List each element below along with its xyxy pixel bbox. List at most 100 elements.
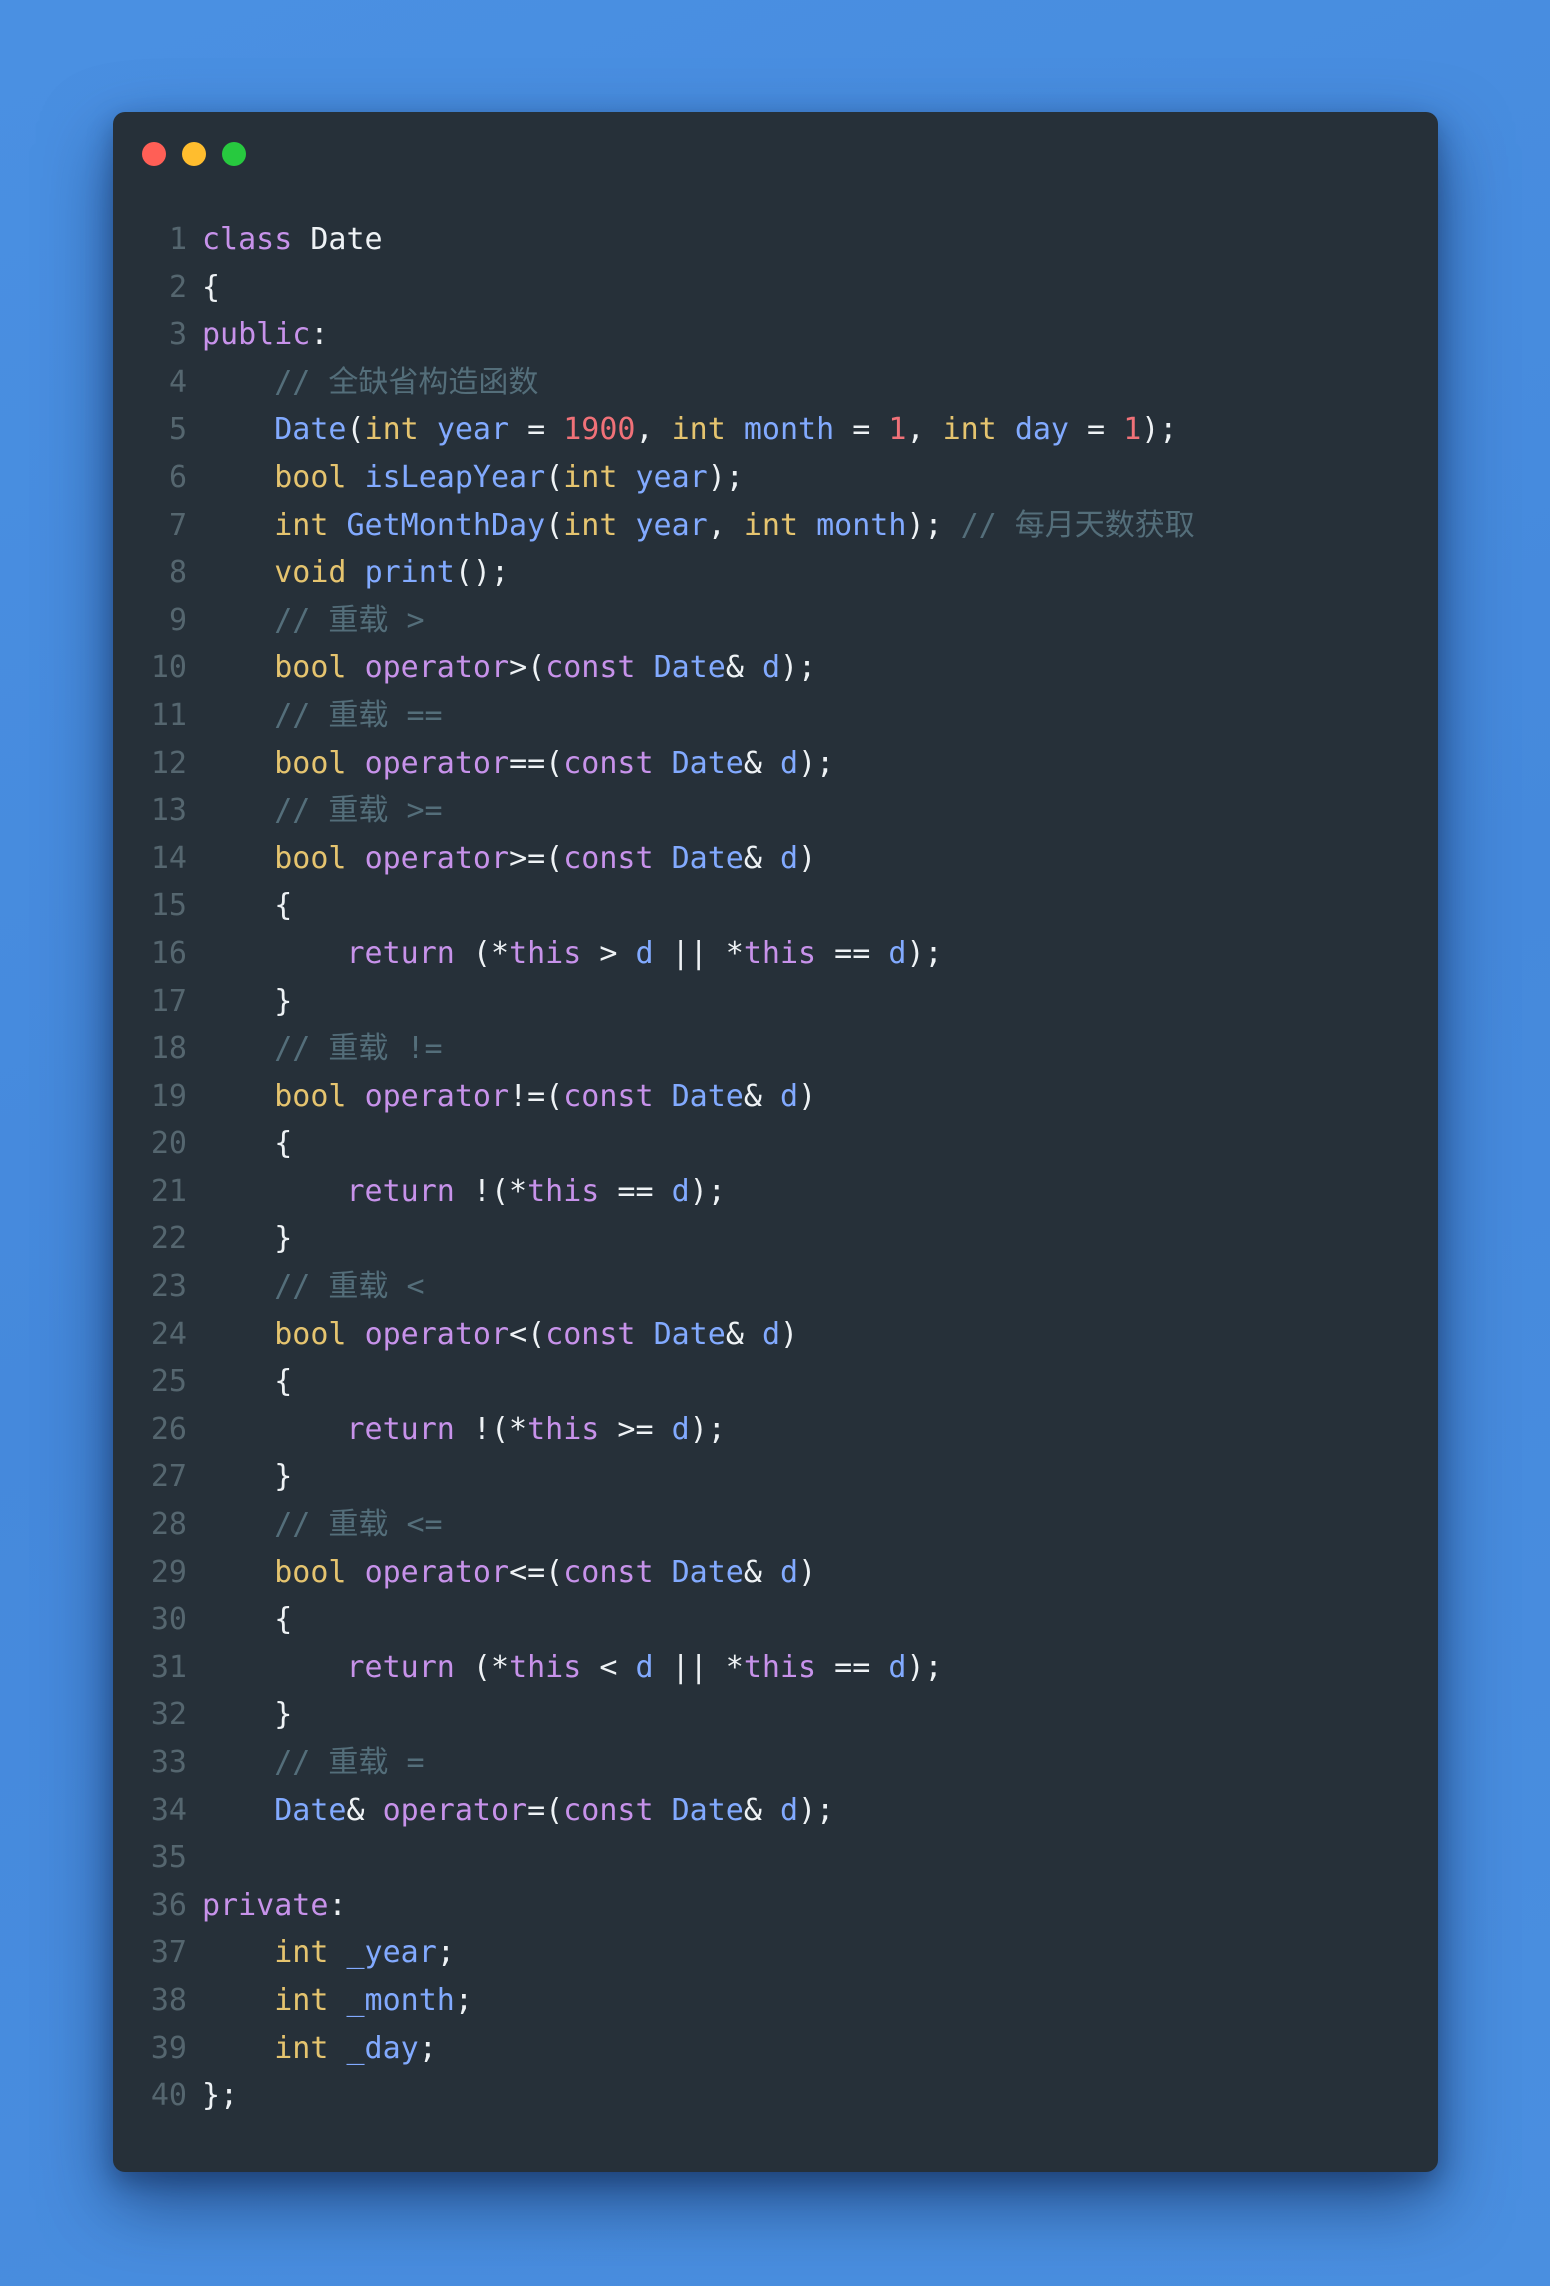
code-line: 38 int _month; (113, 1977, 1438, 2025)
code-token-var: d (761, 1316, 780, 1352)
code-token-p (202, 1745, 274, 1780)
code-token-p: ); (906, 935, 943, 971)
line-number: 20 (150, 1126, 187, 1162)
code-line: 12 bool operator==(const Date& d); (113, 740, 1438, 788)
code-token-var: d (780, 840, 799, 876)
code-line: 28 // 重载 <= (113, 1501, 1438, 1549)
code-line: 33 // 重载 = (113, 1739, 1438, 1787)
line-source: } (202, 978, 292, 1026)
line-source: // 重载 = (202, 1739, 424, 1787)
code-line: 32 } (113, 1691, 1438, 1739)
code-token-p: { (202, 1602, 293, 1638)
code-token-p (202, 1412, 347, 1447)
code-line: 18 // 重载 != (113, 1025, 1438, 1073)
code-token-var: d (635, 935, 654, 971)
line-number: 30 (150, 1602, 187, 1638)
code-token-cm: // 重载 <= (274, 1507, 443, 1543)
line-source: // 重载 >= (202, 787, 442, 835)
code-token-cm: // 重载 != (274, 1031, 443, 1067)
line-source: int _month; (202, 1977, 473, 2025)
code-line: 19 bool operator!=(const Date& d) (113, 1073, 1438, 1121)
code-line: 25 { (113, 1358, 1438, 1406)
code-line: 16 return (*this > d || *this == d); (113, 930, 1438, 978)
code-token-p: ( (545, 507, 564, 543)
line-source: // 重载 != (202, 1025, 443, 1073)
code-line: 31 return (*this < d || *this == d); (113, 1644, 1438, 1692)
code-token-p: = (509, 412, 564, 448)
code-token-p: !(* (454, 1411, 528, 1447)
code-token-p (202, 650, 274, 685)
code-token-fn: Date (653, 650, 726, 686)
code-token-p: (); (454, 555, 510, 591)
line-number: 39 (150, 2030, 187, 2066)
line-source: bool operator==(const Date& d); (202, 740, 834, 788)
code-line: 7 int GetMonthDay(int year, int month); … (113, 502, 1438, 550)
line-number: 25 (150, 1364, 187, 1400)
code-token-p: (* (454, 935, 510, 971)
line-source: bool operator>(const Date& d); (202, 644, 816, 692)
code-token-p (798, 508, 816, 543)
code-token-fn: Date (671, 1792, 744, 1828)
code-token-p: ); (798, 745, 835, 781)
line-source: // 重载 == (202, 692, 442, 740)
code-token-p (202, 746, 274, 781)
line-number: 35 (150, 1840, 187, 1876)
line-source: bool operator<=(const Date& d) (202, 1549, 816, 1597)
close-icon[interactable] (142, 142, 166, 166)
line-number: 40 (150, 2078, 187, 2114)
code-token-p: : (328, 1887, 347, 1923)
code-token-type: int (563, 507, 618, 543)
code-line: 2{ (113, 264, 1438, 312)
code-token-kw: const (545, 1316, 636, 1352)
code-token-p (202, 1983, 274, 2018)
line-number: 37 (150, 1935, 187, 1971)
code-token-p: == (816, 1649, 889, 1685)
window-controls (142, 142, 246, 166)
code-token-p (202, 603, 274, 638)
code-token-var: year (635, 507, 708, 543)
code-line: 9 // 重载 > (113, 597, 1438, 645)
code-token-p (347, 555, 365, 590)
code-token-num: 1 (888, 412, 907, 448)
maximize-icon[interactable] (222, 142, 246, 166)
line-number: 26 (150, 1411, 187, 1447)
code-token-fn: GetMonthDay (346, 507, 546, 543)
code-token-p: || * (653, 935, 744, 971)
code-token-kw: operator (364, 745, 510, 781)
line-number: 18 (150, 1031, 187, 1067)
code-line: 34 Date& operator=(const Date& d); (113, 1787, 1438, 1835)
code-token-p (202, 1935, 274, 1970)
code-token-type: void (274, 555, 347, 591)
code-line: 24 bool operator<(const Date& d) (113, 1311, 1438, 1359)
code-token-p (654, 1079, 672, 1114)
code-token-p: ; (436, 1935, 455, 1971)
line-number: 1 (168, 222, 187, 257)
code-token-p (202, 412, 274, 447)
code-token-kw: const (563, 745, 654, 781)
line-source: bool operator<(const Date& d) (202, 1311, 798, 1359)
code-token-p: } (202, 983, 293, 1019)
code-token-p (347, 650, 365, 685)
code-line: 22 } (113, 1215, 1438, 1263)
line-source: return (*this > d || *this == d); (202, 930, 943, 978)
code-line: 11 // 重载 == (113, 692, 1438, 740)
code-token-fn: Date (671, 745, 744, 781)
code-token-p: & (346, 1792, 383, 1828)
code-token-p (202, 460, 274, 495)
line-number: 24 (150, 1316, 187, 1352)
code-token-cm: // 每月天数获取 (960, 507, 1195, 543)
code-line: 10 bool operator>(const Date& d); (113, 644, 1438, 692)
line-number: 14 (150, 840, 187, 876)
code-token-p (202, 1555, 274, 1590)
code-token-type: int (743, 507, 799, 543)
code-line: 23 // 重载 < (113, 1263, 1438, 1311)
line-number: 3 (168, 317, 187, 353)
line-number: 17 (150, 983, 187, 1019)
code-token-p (347, 460, 365, 495)
code-token-var: d (671, 1173, 690, 1209)
minimize-icon[interactable] (182, 142, 206, 166)
line-number: 15 (150, 888, 187, 924)
code-token-type: int (274, 507, 329, 543)
code-token-type: int (671, 412, 726, 448)
line-source: void print(); (202, 549, 509, 597)
